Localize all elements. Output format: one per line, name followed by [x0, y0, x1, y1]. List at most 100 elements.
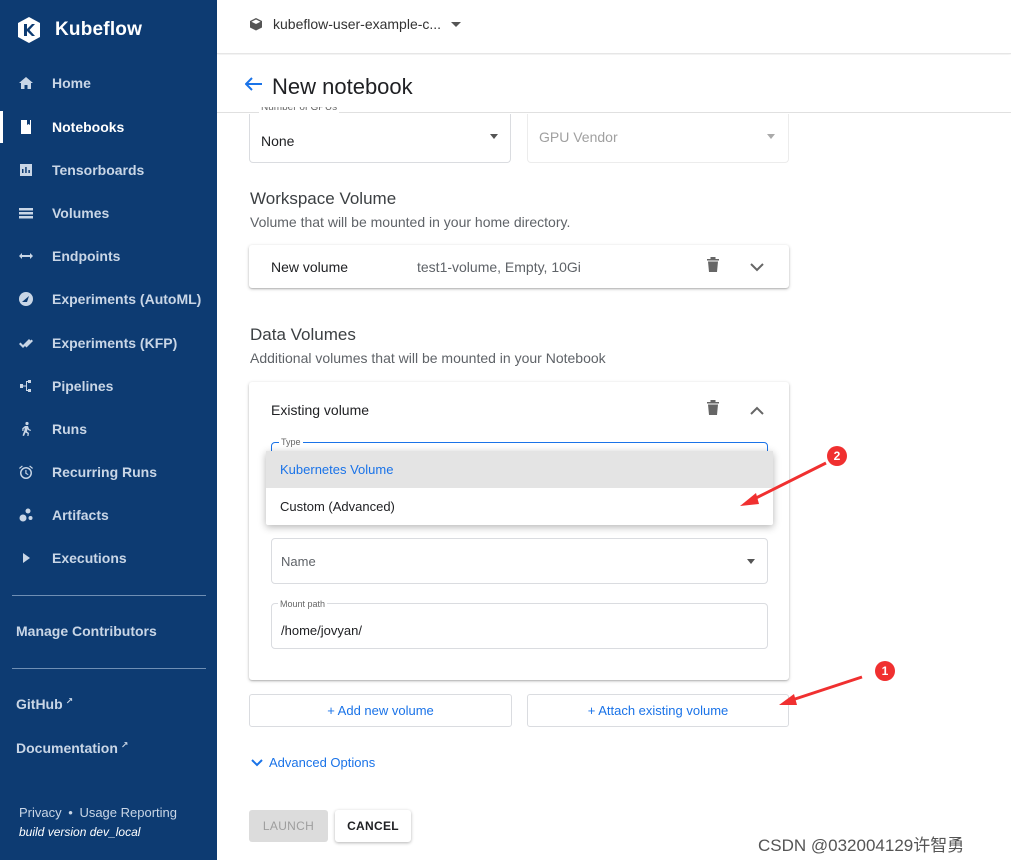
launch-button[interactable]: LAUNCH — [249, 810, 328, 842]
mount-path-label: Mount path — [278, 599, 328, 609]
sidebar-item-label: Pipelines — [52, 378, 114, 394]
usage-reporting-link[interactable]: Usage Reporting — [79, 805, 177, 820]
gpu-vendor-placeholder: GPU Vendor — [539, 129, 618, 145]
sidebar-item-label: Artifacts — [52, 507, 109, 523]
sidebar-item-recurring-runs[interactable]: Recurring Runs — [0, 453, 217, 491]
sidebar-item-home[interactable]: Home — [0, 64, 217, 102]
gpu-number-label: Number of GPUs — [259, 107, 340, 115]
notebook-icon — [0, 119, 52, 135]
title-bar: New notebook — [217, 55, 1011, 113]
advanced-options-label: Advanced Options — [269, 755, 376, 770]
existing-volume-card: Existing volume Type Name Mount path /ho… — [249, 382, 789, 680]
sidebar-item-endpoints[interactable]: Endpoints — [0, 237, 217, 275]
sidebar-item-notebooks[interactable]: Notebooks — [0, 108, 217, 146]
page-title: New notebook — [272, 74, 413, 99]
type-label: Type — [279, 437, 303, 447]
documentation-link[interactable]: Documentation ↗ — [16, 740, 128, 756]
data-volumes-subtitle: Additional volumes that will be mounted … — [250, 350, 606, 366]
sidebar-item-label: Experiments (AutoML) — [52, 291, 202, 307]
automl-icon — [0, 291, 52, 307]
chevron-down-icon — [251, 758, 263, 766]
back-arrow-icon[interactable] — [245, 77, 263, 91]
top-bar: kubeflow-user-example-c... — [217, 0, 1011, 54]
dropdown-caret-icon — [747, 559, 755, 564]
sidebar-item-label: Home — [52, 75, 91, 91]
annotation-arrow-1 — [779, 675, 863, 705]
type-option-kubernetes-volume[interactable]: Kubernetes Volume — [266, 451, 773, 488]
workspace-volume-detail: test1-volume, Empty, 10Gi — [417, 259, 581, 275]
github-link[interactable]: GitHub ↗ — [16, 696, 73, 712]
sidebar-divider — [12, 668, 206, 669]
data-volumes-title: Data Volumes — [250, 325, 356, 344]
runs-icon — [0, 421, 52, 437]
chevron-up-icon[interactable] — [750, 403, 764, 421]
gpu-number-value: None — [261, 133, 295, 149]
workspace-volume-card[interactable]: New volume test1-volume, Empty, 10Gi — [249, 245, 789, 288]
kubeflow-logo-icon — [18, 17, 40, 43]
sidebar-item-volumes[interactable]: Volumes — [0, 194, 217, 232]
sidebar-item-label: Recurring Runs — [52, 464, 158, 480]
sidebar-item-pipelines[interactable]: Pipelines — [0, 367, 217, 405]
name-placeholder: Name — [281, 554, 316, 569]
artifacts-icon — [0, 507, 52, 523]
documentation-label: Documentation — [16, 740, 118, 756]
gpu-vendor-select[interactable]: GPU Vendor — [527, 114, 789, 163]
add-new-volume-button[interactable]: + Add new volume — [249, 694, 512, 727]
delete-icon[interactable] — [706, 256, 720, 278]
sidebar-item-label: Endpoints — [52, 248, 121, 264]
attach-existing-volume-button[interactable]: + Attach existing volume — [527, 694, 789, 727]
sidebar-item-experiments-automl[interactable]: Experiments (AutoML) — [0, 280, 217, 318]
name-select[interactable]: Name — [271, 538, 768, 584]
external-link-icon: ↗ — [120, 740, 129, 750]
dropdown-caret-icon — [490, 134, 498, 139]
sidebar-item-executions[interactable]: Executions — [0, 539, 217, 577]
existing-volume-label: Existing volume — [271, 402, 370, 418]
footer-separator: • — [68, 805, 73, 820]
cube-icon — [250, 18, 262, 31]
alarm-icon — [0, 464, 52, 480]
advanced-options-toggle[interactable]: Advanced Options — [250, 755, 375, 770]
annotation-badge-2: 2 — [827, 446, 847, 466]
sidebar-item-experiments-kfp[interactable]: Experiments (KFP) — [0, 324, 217, 362]
manage-contributors-link[interactable]: Manage Contributors — [16, 623, 157, 639]
mount-path-input[interactable]: /home/jovyan/ — [281, 623, 362, 638]
privacy-link[interactable]: Privacy — [19, 805, 62, 820]
home-icon — [0, 75, 52, 91]
sidebar-item-artifacts[interactable]: Artifacts — [0, 496, 217, 534]
kfp-icon — [0, 335, 52, 351]
workspace-volume-label: New volume — [271, 259, 349, 275]
external-link-icon: ↗ — [65, 696, 74, 706]
sidebar-item-runs[interactable]: Runs — [0, 410, 217, 448]
sidebar-item-label: Notebooks — [52, 119, 125, 135]
chevron-down-icon — [451, 21, 462, 27]
annotation-badge-1: 1 — [875, 661, 895, 681]
sidebar-item-label: Runs — [52, 421, 87, 437]
sidebar: Kubeflow Home Notebooks Tensorboards Vol… — [0, 0, 217, 860]
type-option-custom-advanced[interactable]: Custom (Advanced) — [266, 488, 773, 525]
workspace-volume-subtitle: Volume that will be mounted in your home… — [250, 214, 571, 230]
github-label: GitHub — [16, 696, 63, 712]
volumes-icon — [0, 205, 52, 221]
namespace-name: kubeflow-user-example-c... — [273, 16, 442, 32]
tensorboard-icon — [0, 162, 52, 178]
workspace-volume-title: Workspace Volume — [250, 189, 397, 208]
gpu-number-select[interactable]: Number of GPUs None — [249, 107, 511, 163]
dropdown-caret-icon — [767, 134, 775, 139]
sidebar-divider — [12, 595, 206, 596]
footer-links: Privacy • Usage Reporting — [19, 805, 177, 820]
build-version: build version dev_local — [19, 825, 141, 839]
delete-icon[interactable] — [706, 399, 720, 421]
chevron-down-icon[interactable] — [750, 259, 764, 277]
play-icon — [0, 550, 52, 566]
brand[interactable]: Kubeflow — [14, 14, 142, 46]
pipelines-icon — [0, 378, 52, 394]
sidebar-item-tensorboards[interactable]: Tensorboards — [0, 151, 217, 189]
sidebar-item-label: Executions — [52, 550, 127, 566]
mount-path-field[interactable]: Mount path /home/jovyan/ — [271, 599, 768, 649]
sidebar-item-label: Volumes — [52, 205, 110, 221]
cancel-button[interactable]: CANCEL — [335, 810, 411, 842]
type-dropdown-menu: Kubernetes Volume Custom (Advanced) — [266, 451, 773, 525]
sidebar-item-label: Tensorboards — [52, 162, 145, 178]
namespace-selector[interactable]: kubeflow-user-example-c... — [249, 16, 462, 32]
brand-name: Kubeflow — [55, 19, 143, 40]
